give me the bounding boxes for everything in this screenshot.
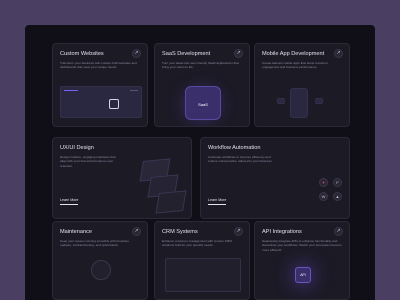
- card-title: UX/UI Design: [60, 145, 94, 151]
- arrow-icon[interactable]: ↗: [132, 227, 141, 236]
- card-description: Create tailored mobile apps that boost c…: [262, 61, 328, 70]
- card-title: SaaS Development: [162, 51, 211, 57]
- monitor-icon: [109, 99, 119, 109]
- card-mobile-app-development[interactable]: Mobile App Development ↗ Create tailored…: [254, 43, 350, 127]
- arrow-icon[interactable]: ↗: [132, 49, 141, 58]
- card-description: Design intuitive, engaging interfaces th…: [60, 155, 116, 168]
- arrow-icon[interactable]: ↗: [234, 227, 243, 236]
- card-maintenance[interactable]: Maintenance ↗ Keep your system running s…: [52, 221, 148, 300]
- services-page: Custom Websites ↗ Transform your busines…: [25, 25, 375, 300]
- card-description: Enhance customer management with custom …: [162, 239, 232, 248]
- arrow-icon[interactable]: ↗: [234, 49, 243, 58]
- app-icon-2: F: [333, 178, 342, 187]
- learn-more-link[interactable]: Learn More: [208, 198, 226, 204]
- card-title: API Integrations: [262, 229, 302, 235]
- arrow-icon[interactable]: ↗: [334, 49, 343, 58]
- learn-more-link[interactable]: Learn More: [60, 198, 78, 204]
- card-ux-ui-design[interactable]: UX/UI Design Design intuitive, engaging …: [52, 137, 192, 219]
- arrow-icon[interactable]: ↗: [334, 227, 343, 236]
- card-description: Seamlessly integrate APIs to enhance fun…: [262, 239, 342, 252]
- browser-window-illustration: [60, 86, 142, 118]
- phone-icon: [290, 88, 308, 118]
- card-workflow-automation[interactable]: Workflow Automation Automate workflows t…: [200, 137, 350, 219]
- app-icon-4: ▲: [333, 192, 342, 201]
- gear-icon: [91, 260, 111, 280]
- chip-label: API: [300, 273, 306, 277]
- card-description: Automate workflows to improve efficiency…: [208, 155, 273, 164]
- card-description: Keep your system running smoothly with p…: [60, 239, 129, 248]
- chip-icon: API: [295, 267, 311, 283]
- app-icon-1: ✦: [319, 178, 328, 187]
- app-icon-3: W: [319, 192, 328, 201]
- card-custom-websites[interactable]: Custom Websites ↗ Transform your busines…: [52, 43, 148, 127]
- card-description: Transform your business with custom-buil…: [60, 61, 137, 70]
- cloud-panel: SaaS: [185, 86, 221, 120]
- card-saas-development[interactable]: SaaS Development ↗ Turn your ideas into …: [154, 43, 250, 127]
- card-title: CRM Systems: [162, 229, 198, 235]
- card-title: Workflow Automation: [208, 145, 261, 151]
- card-title: Custom Websites: [60, 51, 104, 57]
- cloud-icon: SaaS: [198, 102, 208, 107]
- card-api-integrations[interactable]: API Integrations ↗ Seamlessly integrate …: [254, 221, 350, 300]
- card-description: Turn your ideas into user-friendly SaaS …: [162, 61, 239, 70]
- card-title: Maintenance: [60, 229, 93, 235]
- grid-icon: [165, 258, 241, 292]
- card-title: Mobile App Development: [262, 51, 325, 57]
- card-crm-systems[interactable]: CRM Systems ↗ Enhance customer managemen…: [154, 221, 250, 300]
